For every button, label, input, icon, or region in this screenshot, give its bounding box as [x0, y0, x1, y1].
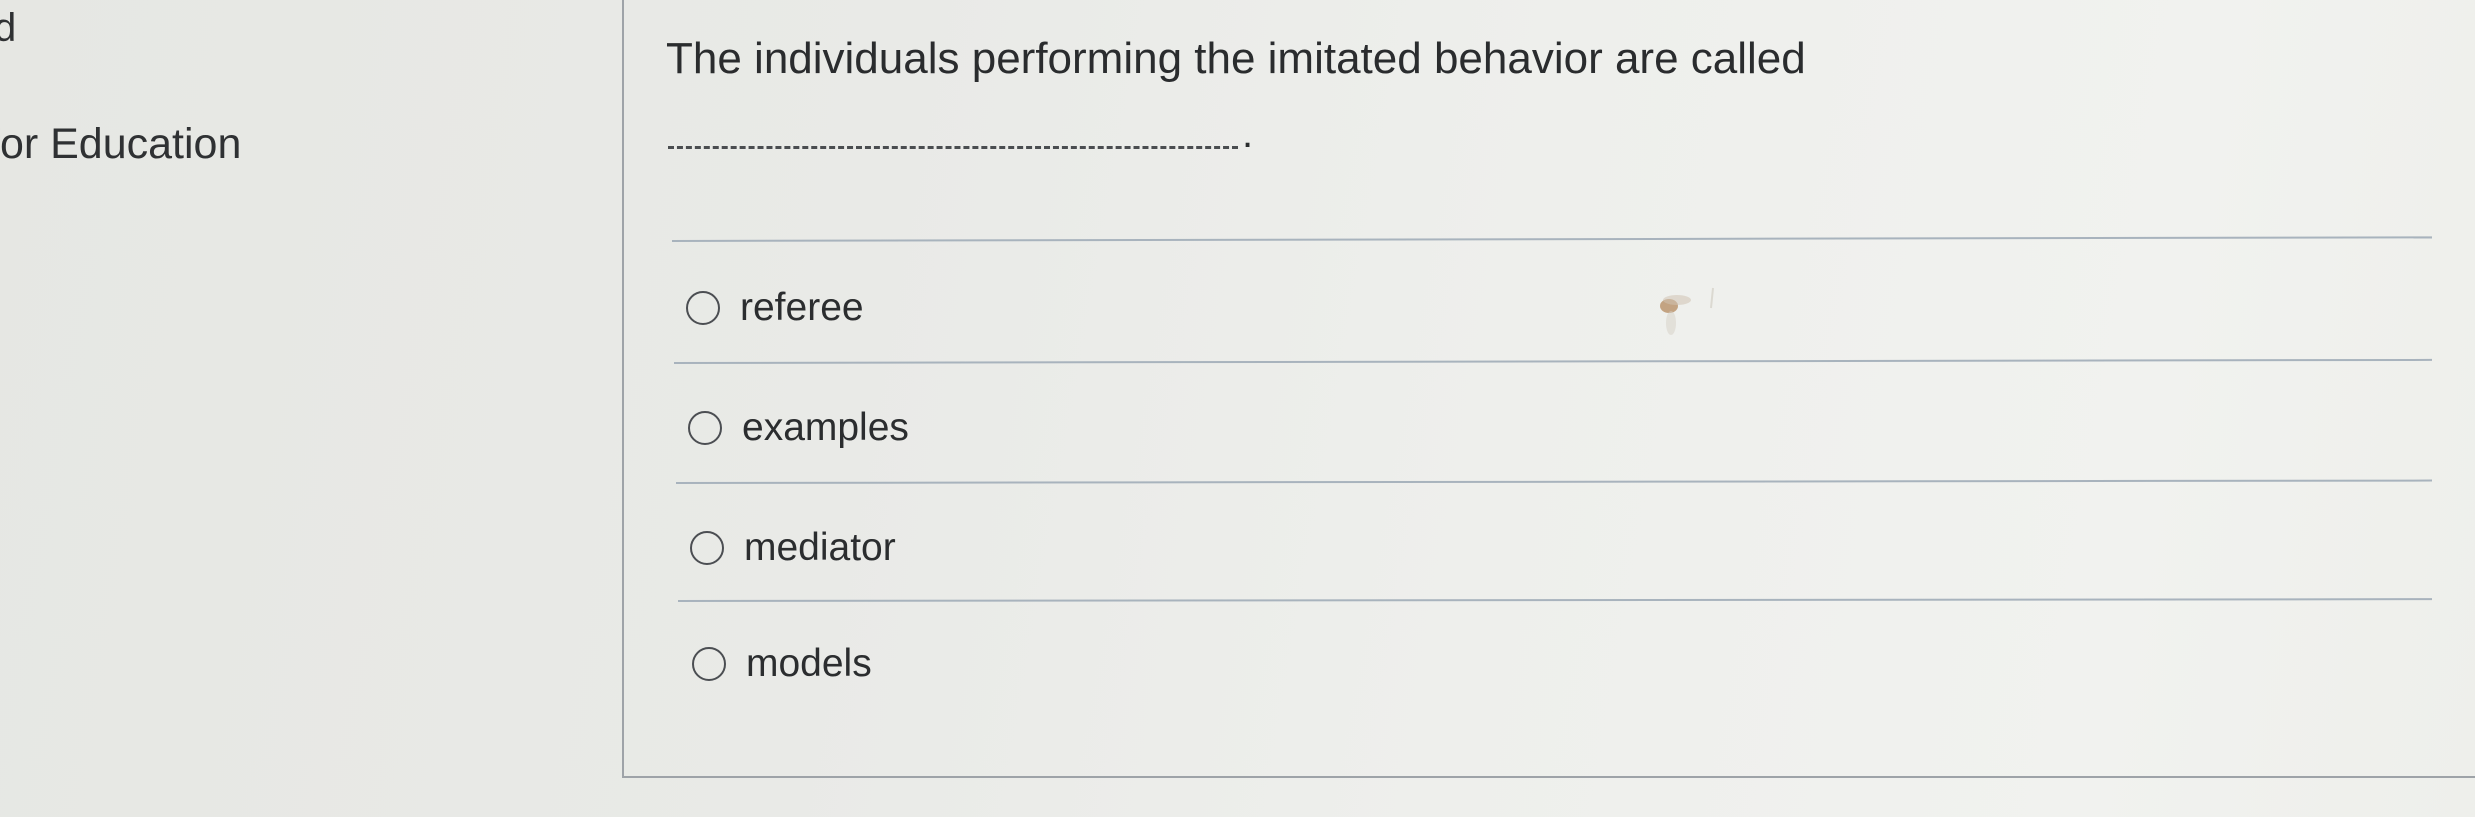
- radio-button[interactable]: [688, 411, 722, 445]
- divider: [671, 236, 2432, 242]
- answer-option-mediator[interactable]: mediator: [690, 526, 896, 570]
- question-text: The individuals performing the imitated …: [666, 34, 1806, 83]
- option-label: examples: [742, 406, 909, 449]
- course-sidebar: d for Education: [0, 0, 620, 817]
- screen-smudge: [1660, 287, 1714, 335]
- blank-period: .: [1242, 112, 1254, 156]
- radio-button[interactable]: [690, 531, 724, 565]
- option-label: mediator: [744, 526, 896, 569]
- answer-blank: [668, 124, 1238, 149]
- course-label[interactable]: for Education: [0, 120, 241, 169]
- radio-button[interactable]: [686, 291, 720, 325]
- option-label: models: [746, 642, 872, 685]
- radio-button[interactable]: [692, 647, 726, 681]
- sidebar-heading-fragment: d: [0, 6, 17, 50]
- answer-option-examples[interactable]: examples: [688, 406, 909, 450]
- question-panel: The individuals performing the imitated …: [622, 0, 2475, 778]
- divider: [673, 358, 2432, 364]
- option-label: referee: [740, 286, 864, 329]
- answer-option-models[interactable]: models: [692, 642, 872, 686]
- divider: [677, 598, 2432, 602]
- divider: [675, 479, 2432, 484]
- answer-option-referee[interactable]: referee: [686, 286, 864, 330]
